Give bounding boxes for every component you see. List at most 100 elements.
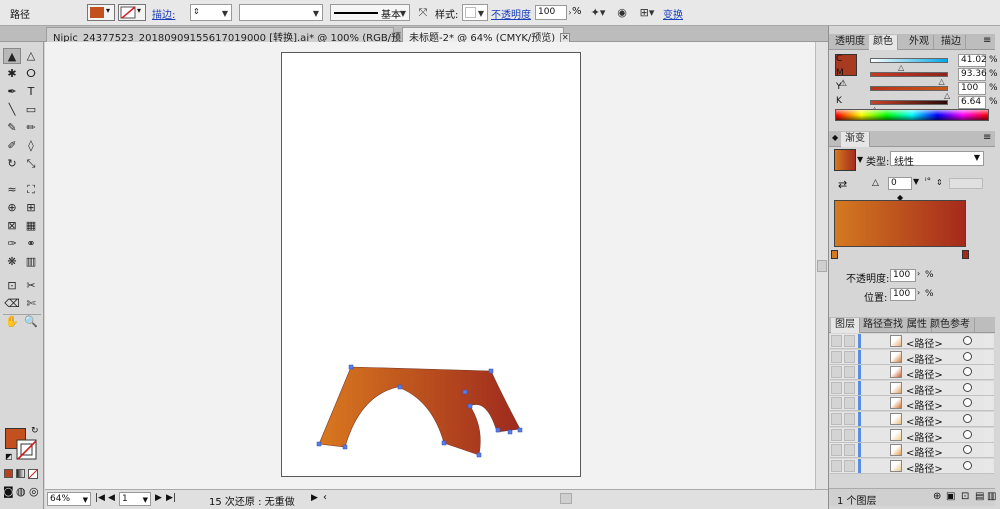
perspective-grid-tool-icon[interactable]: ⊞ (22, 200, 40, 216)
channel-value-input[interactable]: 100 (958, 82, 986, 95)
eraser-tool-2-icon[interactable]: ⌫ (3, 296, 21, 312)
paintbrush-tool-icon[interactable]: ✎ (3, 120, 21, 136)
visibility-toggle[interactable] (831, 350, 842, 363)
slice-tool-icon[interactable]: ✂ (22, 278, 40, 294)
line-tool-icon[interactable]: ╲ (3, 102, 21, 118)
layer-name[interactable]: <路径> (906, 335, 943, 350)
slider-track[interactable] (870, 86, 948, 91)
gradient-tool-icon[interactable]: ▦ (22, 218, 40, 234)
status-menu-icon[interactable]: ▶ (311, 493, 318, 503)
slider-magenta[interactable]: M △ 93.36 % (836, 68, 998, 86)
visibility-toggle[interactable] (831, 413, 842, 425)
slider-cyan[interactable]: C △ 41.02 % (836, 54, 998, 72)
lock-toggle[interactable] (844, 444, 855, 457)
layers-scrollbar[interactable] (984, 365, 992, 380)
lasso-tool-icon[interactable]: ⵔ (22, 66, 40, 82)
locate-object-icon[interactable]: ⊕ (933, 491, 941, 502)
tab-transparency[interactable]: 透明度 (831, 35, 870, 50)
layer-row[interactable]: <路径> (830, 443, 994, 459)
layer-row[interactable]: <路径> (830, 458, 994, 475)
recolor-artwork-icon[interactable]: ✦▾ (588, 5, 608, 20)
scrollbar-thumb[interactable] (817, 260, 827, 272)
shape-builder-tool-icon[interactable]: ⊕ (3, 200, 21, 216)
visibility-toggle[interactable] (831, 381, 842, 394)
layer-name[interactable]: <路径> (906, 413, 943, 428)
channel-value-input[interactable]: 93.36 (958, 68, 987, 81)
lock-toggle[interactable] (844, 428, 855, 441)
slider-track[interactable] (870, 100, 948, 105)
layer-name[interactable]: <路径> (906, 429, 943, 444)
target-icon[interactable] (963, 414, 972, 423)
artboard-tool-icon[interactable]: ⊡ (3, 278, 21, 294)
layer-name[interactable]: <路径> (906, 366, 943, 381)
first-artboard-icon[interactable]: |◀ (95, 493, 105, 503)
target-icon[interactable] (963, 336, 972, 345)
slider-black[interactable]: K △ 6.64 % (836, 96, 998, 114)
stroke-swatch[interactable] (16, 439, 38, 461)
gradient-slider-bar[interactable] (834, 200, 966, 247)
slider-track[interactable] (870, 72, 948, 77)
scissors-tool-icon[interactable]: ✄ (22, 296, 40, 312)
layer-row[interactable]: <路径> (830, 365, 994, 381)
align-options-icon[interactable]: ⊞▾ (636, 5, 658, 20)
symbol-sprayer-tool-icon[interactable]: ❋ (3, 254, 21, 270)
gradient-stop-end[interactable] (962, 250, 969, 259)
eyedropper-tool-icon[interactable]: ✑ (3, 236, 21, 252)
lock-toggle[interactable] (844, 350, 855, 363)
stroke-swatch-button[interactable]: ▾ (118, 4, 146, 21)
gradient-type-select[interactable]: 线性 ▼ (890, 151, 984, 168)
fill-swatch-button[interactable]: ▾ (87, 4, 115, 21)
eraser-tool-icon[interactable]: ◊ (22, 138, 40, 154)
target-icon[interactable] (963, 445, 972, 455)
default-fill-stroke-icon[interactable]: ◩ (5, 452, 13, 461)
hand-tool-icon[interactable]: ✋ (3, 314, 21, 330)
panel-menu-icon[interactable]: ≡ (983, 35, 991, 46)
make-clipping-mask-icon[interactable]: ▣ (946, 491, 955, 502)
lock-toggle[interactable] (844, 397, 855, 410)
tab-appearance[interactable]: 外观 (905, 35, 934, 50)
magic-wand-tool-icon[interactable]: ✱ (3, 66, 21, 82)
layer-row[interactable]: <路径> (830, 334, 994, 350)
free-transform-tool-icon[interactable]: ⛶ (22, 182, 40, 198)
layer-name[interactable]: <路径> (906, 444, 943, 459)
layers-scrollbar[interactable] (984, 443, 992, 458)
vertical-scrollbar[interactable] (815, 42, 828, 489)
brush-definition-select[interactable]: 基本 ▼ (330, 4, 410, 21)
blob-brush-tool-icon[interactable]: ✐ (3, 138, 21, 154)
next-artboard-icon[interactable]: ▶ (155, 493, 162, 503)
layers-scrollbar[interactable] (984, 334, 992, 348)
layers-scrollbar[interactable] (984, 458, 992, 473)
direct-selection-tool-icon[interactable]: △ (22, 48, 40, 64)
layers-scrollbar[interactable] (984, 412, 992, 426)
tab-color-guide[interactable]: 颜色参考 (926, 318, 975, 333)
zoom-tool-icon[interactable]: 🔍 (22, 314, 40, 330)
target-icon[interactable] (963, 382, 972, 392)
visibility-toggle[interactable] (831, 397, 842, 410)
layer-row[interactable]: <路径> (830, 396, 994, 412)
chevron-down-icon[interactable]: ▼ (857, 155, 863, 164)
slider-track[interactable] (870, 58, 948, 63)
reverse-gradient-icon[interactable]: ⇄ (838, 178, 847, 191)
gradient-preview-swatch[interactable] (834, 149, 856, 171)
layer-name[interactable]: <路径> (906, 382, 943, 397)
type-tool-icon[interactable]: T (22, 84, 40, 100)
tab-stroke[interactable]: 描边 (937, 35, 966, 50)
opacity-input[interactable]: 100 (535, 5, 567, 20)
layers-scrollbar[interactable] (984, 396, 992, 411)
layer-row[interactable]: <路径> (830, 380, 994, 397)
target-icon[interactable] (963, 351, 972, 361)
tab-color[interactable]: 颜色 (869, 35, 898, 50)
draw-behind-icon[interactable]: ◍ (16, 485, 26, 498)
lock-toggle[interactable] (844, 413, 855, 425)
stroke-weight-select[interactable]: ⇕ ▼ (190, 4, 232, 21)
tab-gradient[interactable]: 渐变 (841, 132, 870, 147)
column-graph-tool-icon[interactable]: ▥ (22, 254, 40, 270)
color-mode-button[interactable] (4, 469, 13, 478)
selection-tool-icon[interactable]: ▲ (3, 48, 21, 64)
target-icon[interactable] (963, 398, 972, 408)
tab-layers[interactable]: 图层 (831, 318, 860, 333)
blend-tool-icon[interactable]: ⚭ (22, 236, 40, 252)
document-tab-untitled-2[interactable]: 未标题-2* @ 64% (CMYK/预览) ✕ (402, 27, 571, 44)
mesh-tool-icon[interactable]: ⊠ (3, 218, 21, 234)
lock-toggle[interactable] (844, 335, 855, 347)
